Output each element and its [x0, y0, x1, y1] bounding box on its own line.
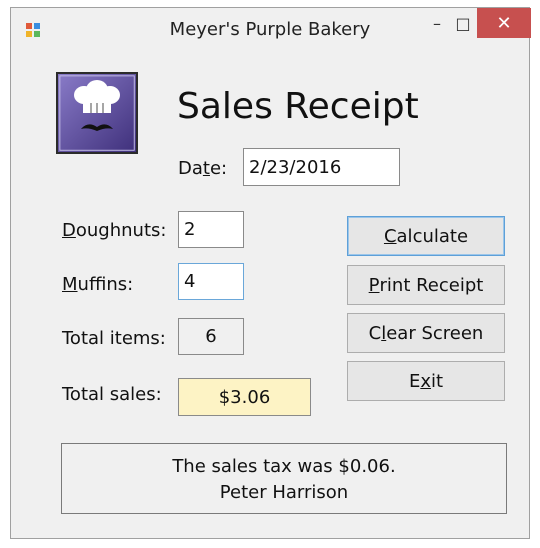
- doughnuts-label: Doughnuts:: [62, 220, 167, 241]
- app-window: Meyer's Purple Bakery – □ ✕ Sales Receip…: [10, 7, 531, 539]
- exit-button[interactable]: Ex it: [347, 361, 505, 401]
- total-items-value: 6: [178, 318, 244, 355]
- date-label: Date:: [178, 158, 228, 179]
- close-button[interactable]: ✕: [477, 8, 531, 38]
- total-items-label: Total items:: [62, 328, 166, 349]
- date-field[interactable]: 2/23/2016: [243, 148, 400, 186]
- calculate-button[interactable]: Calculate: [347, 216, 505, 256]
- page-title: Sales Receipt: [177, 86, 419, 127]
- muffins-field[interactable]: 4: [178, 263, 244, 300]
- message-box: The sales tax was $0.06. Peter Harrison: [61, 443, 507, 514]
- print-receipt-button[interactable]: Print Receipt: [347, 265, 505, 305]
- sales-tax-message: The sales tax was $0.06.: [172, 456, 396, 477]
- total-sales-value: $3.06: [178, 378, 311, 416]
- muffins-label: Muffins:: [62, 274, 134, 295]
- maximize-icon: □: [455, 13, 471, 33]
- clear-screen-button[interactable]: Cl ear Screen: [347, 313, 505, 353]
- chef-hat-logo: [56, 72, 138, 154]
- title-bar[interactable]: Meyer's Purple Bakery – □ ✕: [11, 8, 531, 52]
- close-icon: ✕: [496, 12, 512, 34]
- total-sales-label: Total sales:: [62, 384, 162, 405]
- author-name: Peter Harrison: [219, 482, 349, 503]
- doughnuts-field[interactable]: 2: [178, 211, 244, 248]
